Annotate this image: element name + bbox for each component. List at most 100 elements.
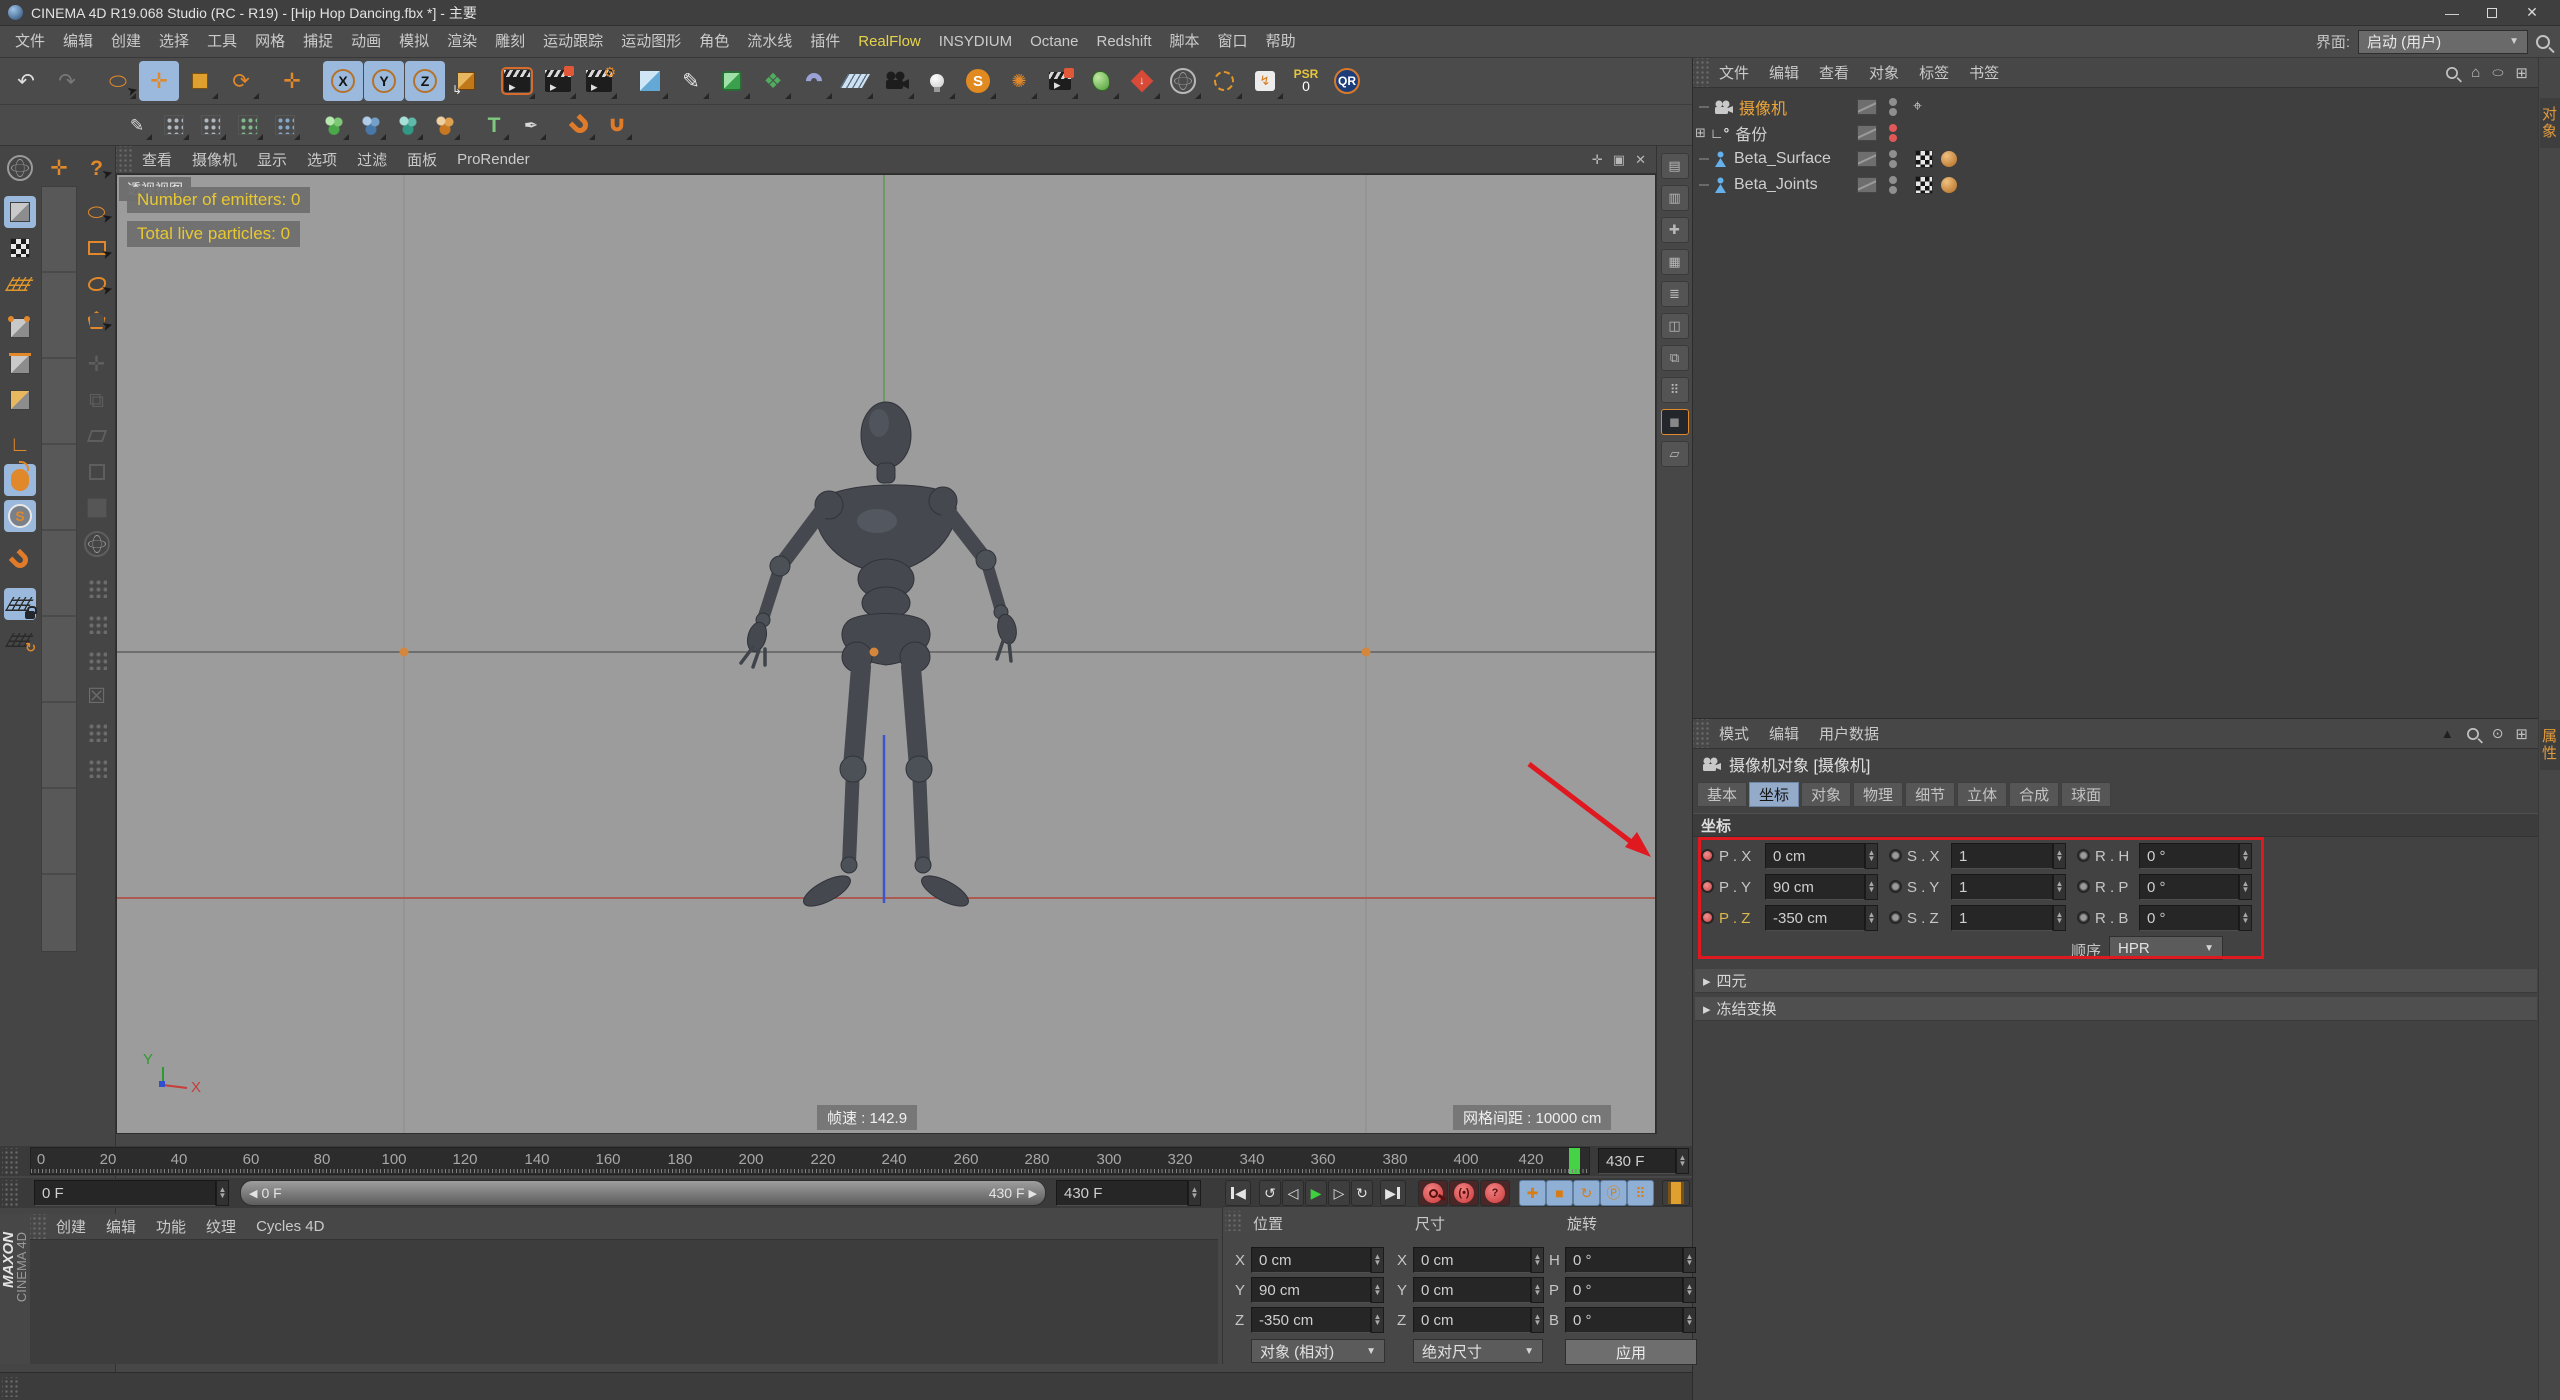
rb-field[interactable]: 0 ° (2139, 905, 2239, 931)
menu-realflow[interactable]: RealFlow (849, 26, 930, 58)
vp-menu-options[interactable]: 选项 (297, 149, 347, 170)
om-add-icon[interactable]: ⊞ (2515, 64, 2528, 82)
pos-z-field[interactable]: -350 cm (1251, 1307, 1371, 1333)
visibility-dots[interactable] (1889, 175, 1897, 195)
current-frame-spinner[interactable]: ▲ ▼ (216, 1180, 229, 1206)
lock-workplane-button[interactable] (4, 588, 37, 620)
sy-field[interactable]: 1 (1951, 874, 2053, 900)
object-name[interactable]: 备份 (1735, 121, 1767, 145)
vp-move-icon[interactable]: ✛ (1592, 152, 1603, 168)
palette-icon-8[interactable]: ⠿ (1660, 377, 1689, 403)
spline-pen-button[interactable]: ✎ (671, 61, 711, 101)
menu-motion-tracker[interactable]: 运动跟踪 (534, 26, 612, 58)
tab-physical[interactable]: 物理 (1853, 782, 1904, 807)
lasso-selection-button[interactable]: ➤ (81, 268, 114, 300)
quaternion-section[interactable]: ▸ 四元 (1695, 969, 2537, 993)
mograph-clone-button[interactable] (1040, 61, 1080, 101)
palette-icon-2[interactable]: ▥ (1660, 185, 1689, 211)
om-home-icon[interactable]: ⌂ (2471, 64, 2480, 81)
menu-select[interactable]: 选择 (150, 26, 198, 58)
rp-spinner[interactable]: ▲ ▼ (2239, 874, 2252, 900)
psr-button[interactable]: PSR 0 (1286, 61, 1326, 101)
render-region-icon[interactable] (4, 152, 36, 184)
phong-tag[interactable] (1941, 151, 1957, 167)
tab-details[interactable]: 细节 (1905, 782, 1956, 807)
camera-target-tag[interactable]: ⌖ (1913, 98, 1922, 116)
sy-spinner[interactable]: ▲ ▼ (2053, 874, 2066, 900)
scale-tool[interactable] (180, 61, 220, 101)
layer-toggle[interactable] (1857, 125, 1877, 141)
text-tool[interactable]: T (477, 108, 511, 142)
menu-mesh[interactable]: 网格 (246, 26, 294, 58)
size-z-field[interactable]: 0 cm (1413, 1307, 1531, 1333)
current-frame-field[interactable]: 0 F (34, 1180, 216, 1206)
snap-magnet-button[interactable] (4, 544, 36, 576)
texture-tag[interactable] (1915, 150, 1933, 168)
xpresso-button[interactable]: ↯ (1245, 61, 1285, 101)
record-scale-toggle[interactable]: ■ (1546, 1180, 1573, 1206)
live-selection-tool[interactable]: ⬭ ➤ (98, 61, 140, 101)
end-frame-spinner[interactable]: ▲ ▼ (1676, 1148, 1689, 1174)
am-lock-icon[interactable]: ⊙ (2492, 725, 2504, 742)
pos-y-field[interactable]: 90 cm (1251, 1277, 1371, 1303)
visibility-dots[interactable] (1889, 149, 1897, 169)
menu-tools[interactable]: 工具 (198, 26, 246, 58)
py-field[interactable]: 90 cm (1765, 874, 1865, 900)
move-tool[interactable]: ✛ (139, 61, 179, 101)
size-y-spinner[interactable]: ▲ ▼ (1531, 1277, 1544, 1303)
play-button[interactable]: ▶ (1305, 1180, 1327, 1206)
prev-frame-button[interactable]: ◁ (1282, 1180, 1304, 1206)
menu-sculpt[interactable]: 雕刻 (486, 26, 534, 58)
om-menu-view[interactable]: 查看 (1809, 62, 1859, 83)
pz-field[interactable]: -350 cm (1765, 905, 1865, 931)
interface-dropdown[interactable]: 启动 (用户) ▼ (2358, 29, 2528, 54)
menu-redshift[interactable]: Redshift (1088, 26, 1161, 58)
keyframe-dot-rh[interactable] (2077, 849, 2090, 862)
record-parameter-toggle[interactable]: Ⓟ (1600, 1180, 1627, 1206)
order-dropdown[interactable]: HPR ▼ (2109, 936, 2223, 960)
undo-button[interactable]: ↶ (6, 61, 46, 101)
render-view-button[interactable] (497, 61, 537, 101)
position-mode-dropdown[interactable]: 对象 (相对) ▼ (1251, 1339, 1385, 1363)
object-row-backup[interactable]: ⊞ ∟° 备份 (1695, 120, 2535, 146)
size-y-field[interactable]: 0 cm (1413, 1277, 1531, 1303)
end-frame-marker[interactable] (1569, 1148, 1580, 1174)
sx-spinner[interactable]: ▲ ▼ (2053, 843, 2066, 869)
menu-character[interactable]: 角色 (690, 26, 738, 58)
size-z-spinner[interactable]: ▲ ▼ (1531, 1307, 1544, 1333)
qr-button[interactable]: QR (1327, 61, 1367, 101)
am-menu-userdata[interactable]: 用户数据 (1809, 723, 1889, 744)
texture-mode-button[interactable] (4, 232, 36, 264)
menu-plugins[interactable]: 插件 (801, 26, 849, 58)
light-button[interactable] (917, 61, 957, 101)
palette-icon-7[interactable]: ⧉ (1660, 345, 1689, 371)
px-spinner[interactable]: ▲ ▼ (1865, 843, 1878, 869)
om-menu-edit[interactable]: 编辑 (1759, 62, 1809, 83)
mat-menu-edit[interactable]: 编辑 (96, 1216, 146, 1237)
workplane-mode-button[interactable] (4, 268, 36, 300)
viewport-scene[interactable] (117, 175, 1656, 1134)
keyframe-dot-sy[interactable] (1889, 880, 1902, 893)
sz-field[interactable]: 1 (1951, 905, 2053, 931)
points-mode-button[interactable] (4, 312, 36, 344)
keyframe-presets-button[interactable] (1662, 1180, 1690, 1206)
camera-button[interactable] (876, 61, 916, 101)
object-row-beta-joints[interactable]: Beta_Joints (1699, 172, 2539, 198)
record-rotation-toggle[interactable]: ↻ (1573, 1180, 1600, 1206)
palette-icon-1[interactable]: ▤ (1660, 153, 1689, 179)
om-menu-object[interactable]: 对象 (1859, 62, 1909, 83)
om-menu-tag[interactable]: 标签 (1909, 62, 1959, 83)
rotate-tool[interactable]: ⟳ (221, 61, 261, 101)
drag-handle[interactable] (1693, 58, 1709, 87)
subdivision-surface-button[interactable] (712, 61, 752, 101)
mat-menu-function[interactable]: 功能 (146, 1216, 196, 1237)
palette-icon-3[interactable]: ✚ (1660, 217, 1689, 243)
snap-toggle[interactable] (563, 108, 597, 142)
menu-script[interactable]: 脚本 (1161, 26, 1209, 58)
palette-icon-4[interactable]: ▦ (1660, 249, 1689, 275)
palette-dots-2[interactable] (194, 108, 228, 142)
drag-handle[interactable] (2, 1148, 18, 1174)
autokey-button[interactable]: (•) (1449, 1180, 1479, 1206)
lock-z-axis-button[interactable]: Z (405, 61, 445, 101)
layer-toggle[interactable] (1857, 177, 1877, 193)
